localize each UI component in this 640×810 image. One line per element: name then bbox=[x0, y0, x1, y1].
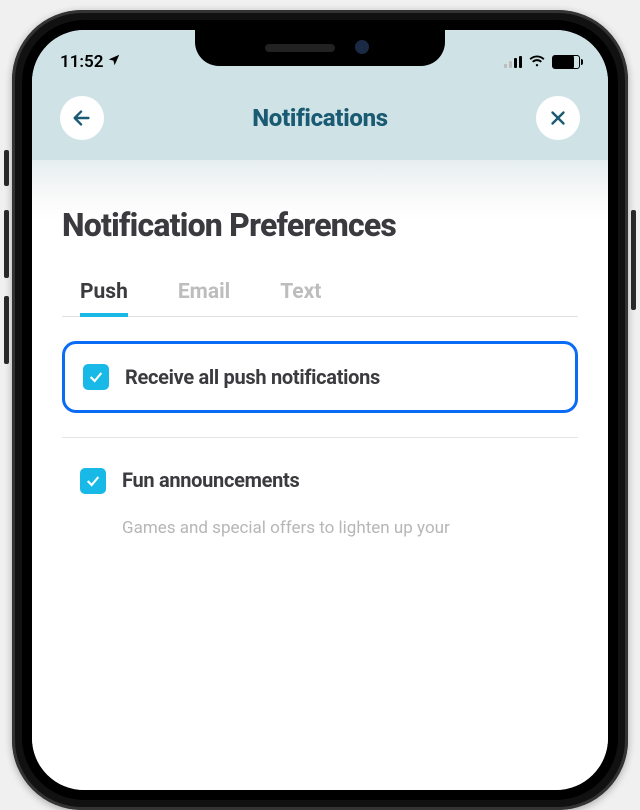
option-fun-label: Fun announcements bbox=[122, 468, 299, 492]
screen: 11:52 bbox=[32, 30, 608, 790]
notch bbox=[195, 30, 445, 66]
check-icon bbox=[88, 369, 104, 385]
back-button[interactable] bbox=[60, 96, 104, 140]
phone-frame: 11:52 bbox=[12, 10, 628, 810]
divider bbox=[62, 437, 578, 438]
checkbox-receive-all[interactable] bbox=[83, 364, 109, 390]
tab-text[interactable]: Text bbox=[280, 280, 321, 316]
cellular-icon bbox=[504, 56, 522, 68]
status-time: 11:52 bbox=[60, 52, 103, 72]
close-icon bbox=[547, 107, 569, 129]
tab-email[interactable]: Email bbox=[178, 280, 230, 316]
header-title: Notifications bbox=[252, 104, 388, 132]
arrow-left-icon bbox=[71, 107, 93, 129]
wifi-icon bbox=[528, 52, 546, 72]
option-fun-announcements[interactable]: Fun announcements Games and special offe… bbox=[62, 452, 578, 546]
option-receive-all-label: Receive all push notifications bbox=[125, 365, 380, 389]
page-title: Notification Preferences bbox=[62, 206, 578, 244]
checkbox-fun[interactable] bbox=[80, 468, 106, 494]
tabs: Push Email Text bbox=[62, 280, 578, 317]
tab-push[interactable]: Push bbox=[80, 280, 128, 316]
close-button[interactable] bbox=[536, 96, 580, 140]
option-fun-description: Games and special offers to lighten up y… bbox=[122, 518, 560, 538]
check-icon bbox=[85, 473, 101, 489]
option-receive-all[interactable]: Receive all push notifications bbox=[62, 341, 578, 413]
content: Notification Preferences Push Email Text… bbox=[32, 160, 608, 790]
location-icon bbox=[107, 53, 121, 71]
battery-icon bbox=[552, 55, 580, 69]
